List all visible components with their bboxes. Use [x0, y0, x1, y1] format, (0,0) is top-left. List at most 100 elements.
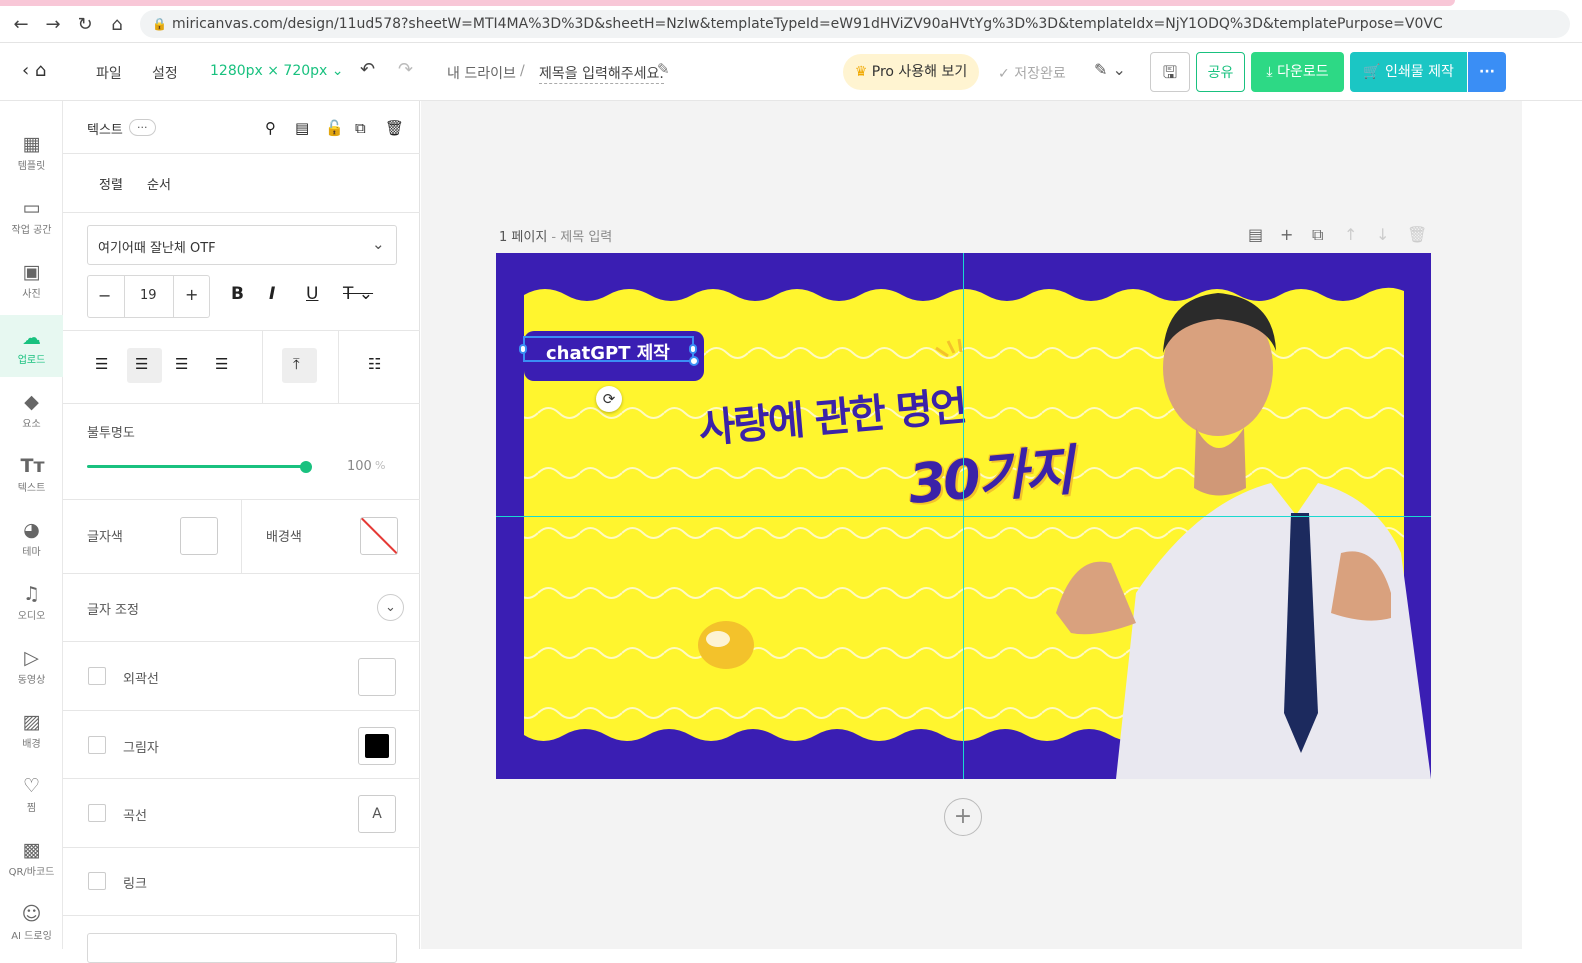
rail-label: 동영상 — [17, 675, 46, 686]
save-status: ✓ 저장완료 — [998, 63, 1066, 83]
resize-handle-corner[interactable] — [689, 356, 699, 366]
heart-icon: ♡ — [22, 775, 41, 797]
rail-item-qr[interactable]: ▩ QR/바코드 — [0, 827, 63, 889]
outline-checkbox[interactable] — [88, 667, 106, 685]
back-icon[interactable]: ← — [10, 14, 32, 36]
rail-label: 템플릿 — [17, 161, 46, 172]
link-checkbox[interactable] — [88, 872, 106, 890]
opacity-slider-track[interactable] — [87, 465, 306, 468]
page-title-input[interactable]: 제목 입력 — [560, 230, 612, 245]
divider — [241, 500, 242, 573]
text-properties-panel: 텍스트 ··· ⚲ ▤ 🔓 ⧉ 🗑 정렬 순서 여기어때 잘난체 OTF ⌄ −… — [63, 101, 420, 963]
font-select[interactable]: 여기어때 잘난체 OTF ⌄ — [87, 225, 397, 265]
breadcrumb-drive[interactable]: 내 드라이브 — [447, 63, 516, 83]
address-bar[interactable]: 🔒 miricanvas.com/design/11ud578?sheetW=M… — [140, 10, 1570, 38]
panel-more-button[interactable]: ··· — [129, 119, 156, 136]
rotate-icon[interactable]: ⟳ — [596, 386, 622, 412]
paint-format-icon[interactable]: ▤ — [295, 119, 309, 137]
pencil-icon[interactable]: ✎ — [657, 60, 670, 78]
lock-icon[interactable]: 🔓 — [325, 119, 344, 137]
add-page-button[interactable]: + — [944, 798, 982, 836]
page-title-separator: - — [547, 230, 561, 245]
rail-item-background[interactable]: ▨ 배경 — [0, 699, 63, 761]
video-icon: ▷ — [24, 647, 39, 669]
rail-item-favorite[interactable]: ♡ 찜 — [0, 763, 63, 825]
opacity-slider-handle[interactable] — [300, 461, 312, 473]
align-right-icon[interactable]: ☰ — [175, 355, 188, 373]
delete-page-icon[interactable]: 🗑 — [1407, 225, 1427, 244]
add-page-icon[interactable]: + — [1280, 225, 1293, 244]
file-menu[interactable]: 파일 — [96, 63, 122, 83]
chevron-down-icon: ⌄ — [372, 235, 385, 253]
link-input[interactable] — [87, 933, 397, 963]
text-color-swatch[interactable] — [180, 517, 218, 555]
title-input[interactable]: 제목을 입력해주세요. — [539, 63, 664, 84]
home-icon[interactable]: ⌂ — [106, 14, 128, 36]
page-memo-icon[interactable]: ▤ — [1248, 225, 1263, 244]
shadow-checkbox[interactable] — [88, 736, 106, 754]
duplicate-icon[interactable]: ⧉ — [355, 119, 366, 137]
rail-label: QR/바코드 — [8, 867, 55, 878]
url-text: miricanvas.com/design/11ud578?sheetW=MTI… — [172, 16, 1443, 32]
divider — [338, 331, 339, 403]
duplicate-page-icon[interactable]: ⧉ — [1312, 225, 1323, 245]
move-up-icon[interactable]: ↑ — [1344, 225, 1357, 244]
divider — [262, 331, 263, 403]
rail-item-upload[interactable]: ☁ 업로드 — [0, 315, 63, 377]
rail-item-video[interactable]: ▷ 동영상 — [0, 635, 63, 697]
rail-item-text[interactable]: Tт 텍스트 — [0, 443, 63, 505]
rail-item-elements[interactable]: ◆ 요소 — [0, 379, 63, 441]
save-icon[interactable]: 🖫 — [1150, 52, 1190, 92]
bg-color-swatch[interactable] — [360, 517, 398, 555]
rail-item-template[interactable]: ▦ 템플릿 — [0, 121, 63, 183]
rail-item-ai[interactable]: ☺ AI 드로잉 — [0, 891, 63, 953]
tab-align[interactable]: 정렬 — [99, 174, 123, 193]
outline-color-swatch[interactable] — [358, 658, 396, 696]
headline-number-text[interactable]: 30가지 — [905, 426, 1074, 519]
cart-icon: 🛒 — [1363, 64, 1381, 80]
print-button[interactable]: 🛒 인쇄물 제작 — [1350, 52, 1467, 92]
rail-item-theme[interactable]: ◕ 테마 — [0, 507, 63, 569]
reload-icon[interactable]: ↻ — [74, 14, 96, 36]
rail-label: 요소 — [22, 419, 41, 430]
resize-handle-right[interactable] — [689, 344, 697, 354]
redo-icon[interactable]: ↷ — [398, 59, 413, 80]
settings-menu[interactable]: 설정 — [152, 63, 178, 83]
rail-item-workspace[interactable]: ▭ 작업 공간 — [0, 185, 63, 247]
style-copy-icon[interactable]: ⚲ — [265, 119, 276, 137]
move-down-icon[interactable]: ↓ — [1376, 225, 1389, 244]
align-left-icon[interactable]: ☰ — [95, 355, 108, 373]
bold-icon[interactable]: B — [231, 284, 244, 304]
increase-size-button[interactable]: + — [185, 285, 198, 304]
pro-trial-button[interactable]: ♛ Pro 사용해 보기 — [843, 54, 979, 90]
divider — [63, 915, 420, 916]
curve-checkbox[interactable] — [88, 804, 106, 822]
forward-icon[interactable]: → — [42, 14, 64, 36]
size-selector[interactable]: 1280px × 720px ⌄ — [210, 63, 344, 79]
curve-icon[interactable]: A — [358, 795, 396, 833]
upload-icon: ☁ — [22, 327, 41, 349]
shadow-color-swatch[interactable] — [358, 727, 396, 765]
download-button[interactable]: ⤓ 다운로드 — [1251, 52, 1344, 92]
resize-handle-left[interactable] — [519, 344, 527, 354]
list-icon[interactable]: ☷ — [368, 355, 381, 373]
trash-icon[interactable]: 🗑 — [385, 119, 404, 137]
rail-item-audio[interactable]: ♫ 오디오 — [0, 571, 63, 633]
italic-icon[interactable]: I — [269, 284, 275, 304]
check-icon: ✓ — [998, 66, 1010, 82]
selection-box[interactable] — [523, 336, 694, 362]
share-button[interactable]: 공유 — [1196, 52, 1245, 92]
justify-icon[interactable]: ☰ — [215, 355, 228, 373]
rail-item-photo[interactable]: ▣ 사진 — [0, 249, 63, 311]
letter-adjust-toggle[interactable]: ⌄ — [377, 594, 404, 621]
tab-order[interactable]: 순서 — [147, 174, 171, 193]
back-home-icon[interactable]: ‹ ⌂ — [22, 60, 46, 81]
font-size-input[interactable]: 19 — [124, 276, 174, 317]
more-button[interactable]: ··· — [1468, 52, 1506, 92]
undo-icon[interactable]: ↶ — [360, 59, 375, 80]
underline-icon[interactable]: U — [306, 284, 318, 304]
decrease-size-button[interactable]: − — [98, 286, 111, 305]
divider — [63, 212, 420, 213]
draw-tool-icon[interactable]: ✎ ⌄ — [1094, 60, 1126, 79]
strikethrough-icon[interactable]: T ⌄ — [343, 284, 373, 304]
